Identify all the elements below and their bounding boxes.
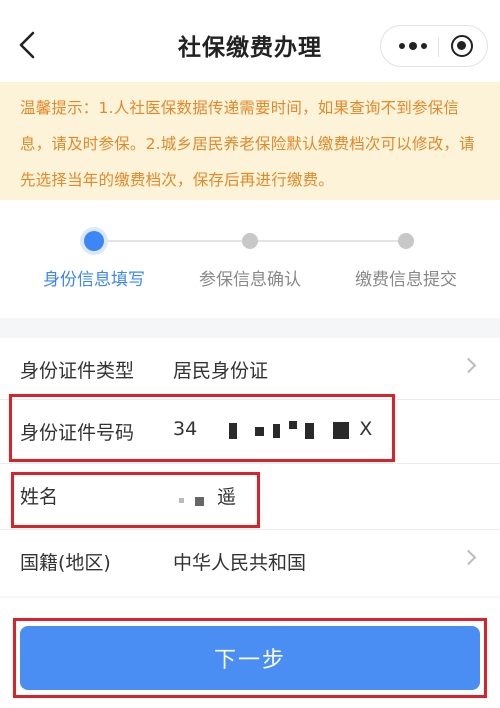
step-label-2: 参保信息确认: [199, 270, 301, 290]
step-connector: [94, 240, 250, 242]
step-dot-3: [398, 233, 414, 249]
more-dots-icon[interactable]: [391, 26, 435, 66]
highlight-box: [9, 394, 395, 462]
id-type-row[interactable]: 身份证件类型 居民身份证: [0, 338, 500, 400]
next-step-button[interactable]: 下一步: [20, 626, 480, 690]
id-number-row[interactable]: 身份证件号码 34 X: [0, 394, 500, 464]
step-indicator: 身份信息填写 参保信息确认 缴费信息提交: [0, 200, 500, 318]
notice-text: 温馨提示：1.人社医保数据传递需要时间，如果查询不到参保信息，请及时参保。2.城…: [20, 99, 475, 189]
identity-form: 身份证件类型 居民身份证 身份证件号码 34 X 姓名 遥 国籍(地区) 中华人…: [0, 338, 500, 596]
nationality-row[interactable]: 国籍(地区) 中华人民共和国: [0, 530, 500, 596]
highlight-box: [11, 472, 260, 528]
footer-area: 下一步: [0, 598, 500, 708]
close-target-icon[interactable]: [451, 35, 473, 57]
mini-program-capsule: [380, 25, 488, 67]
step-label-1: 身份信息填写: [43, 270, 145, 290]
id-type-label: 身份证件类型: [20, 360, 135, 382]
step-dot-2: [242, 233, 258, 249]
name-row[interactable]: 姓名 遥: [0, 464, 500, 530]
nationality-value: 中华人民共和国: [173, 552, 307, 574]
step-connector: [250, 240, 406, 242]
nationality-label: 国籍(地区): [20, 552, 111, 574]
id-type-value: 居民身份证: [173, 360, 269, 382]
capsule-divider: [438, 37, 439, 57]
step-dot-1: [84, 231, 104, 251]
chevron-right-icon: [460, 357, 477, 374]
step-label-3: 缴费信息提交: [355, 270, 457, 290]
chevron-right-icon: [460, 549, 477, 566]
notice-banner: 温馨提示：1.人社医保数据传递需要时间，如果查询不到参保信息，请及时参保。2.城…: [0, 82, 500, 200]
nav-bar: 社保缴费办理: [0, 0, 500, 82]
